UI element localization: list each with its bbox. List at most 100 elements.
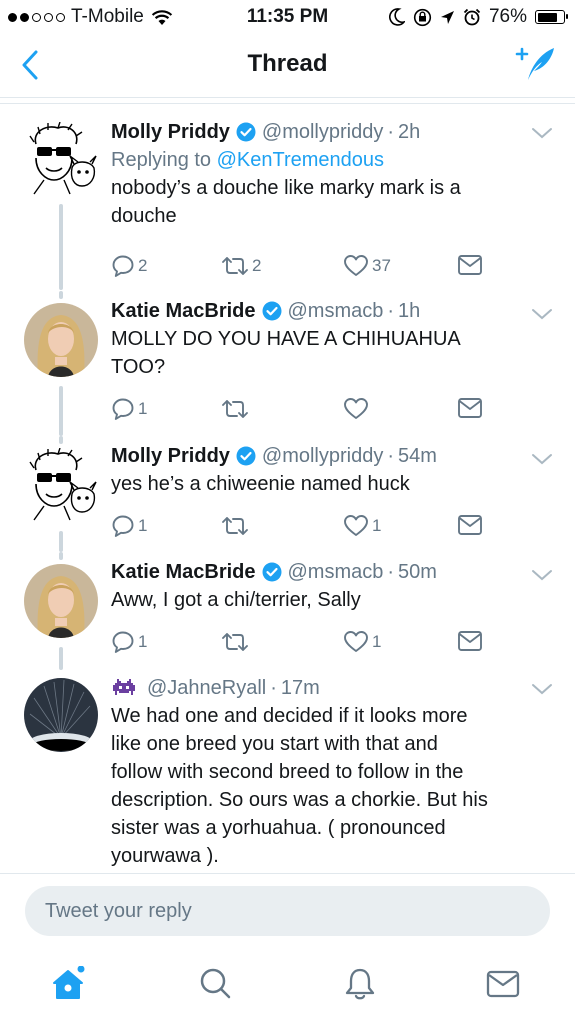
author-handle[interactable]: @msmacb	[288, 300, 384, 323]
author-handle[interactable]: @JahneRyall	[147, 677, 266, 700]
retweet-button[interactable]	[221, 630, 252, 654]
reply-count: 2	[138, 256, 148, 275]
message-button[interactable]	[457, 397, 483, 419]
retweet-icon	[222, 400, 248, 418]
thread-line	[59, 386, 63, 436]
heart-icon	[344, 631, 368, 652]
tweet[interactable]: @JahneRyall · 17m We had one and decided…	[0, 670, 575, 873]
like-count: 1	[372, 516, 382, 535]
heart-icon	[344, 398, 368, 419]
tweet-text-line: yourwawa ).	[111, 845, 219, 867]
avatar[interactable]	[24, 564, 98, 638]
tweet-body: Katie MacBride @msmacb · 50m Aww, I got …	[111, 558, 547, 614]
author-handle[interactable]: @msmacb	[288, 561, 384, 584]
message-button[interactable]	[457, 254, 483, 276]
verified-badge-icon	[236, 122, 256, 142]
tweet-header: Katie MacBride @msmacb · 1h	[111, 297, 547, 325]
author-handle[interactable]: @mollypriddy	[262, 121, 383, 144]
thread-line	[59, 204, 63, 290]
verified-badge-icon	[262, 301, 281, 321]
reply-button[interactable]: 1	[111, 630, 147, 654]
location-icon	[440, 10, 454, 24]
verified-badge-icon	[262, 562, 281, 582]
status-bar: T-Mobile 11:35 PM 76%	[0, 0, 575, 36]
tweet-text-line: follow with second breed to follow in th…	[111, 761, 464, 783]
author-name[interactable]: Katie MacBride	[111, 561, 256, 584]
reply-divider	[0, 873, 575, 874]
notifications-bell-icon[interactable]	[342, 966, 378, 1002]
envelope-icon	[458, 631, 482, 651]
verified-badge-icon	[236, 446, 256, 466]
like-button[interactable]: 37	[343, 254, 391, 278]
like-count: 37	[372, 256, 391, 275]
tab-bar	[0, 948, 575, 1024]
chevron-down-icon[interactable]	[531, 568, 553, 582]
alarm-icon	[463, 8, 481, 26]
chevron-down-icon[interactable]	[531, 452, 553, 466]
tweet-text: yes he’s a chiweenie named huck	[111, 470, 547, 498]
envelope-icon	[458, 515, 482, 535]
tweet[interactable]: Molly Priddy @mollypriddy · 54m yes he’s…	[0, 436, 575, 552]
tweet-body: Molly Priddy @mollypriddy · 54m yes he’s…	[111, 442, 547, 498]
tweet-text: Aww, I got a chi/terrier, Sally	[111, 586, 547, 614]
reply-input[interactable]	[45, 899, 550, 923]
tweet-text-line: description. So ours was a chorkie. But …	[111, 789, 488, 811]
retweet-button[interactable]	[221, 397, 252, 421]
reply-button[interactable]: 1	[111, 514, 147, 538]
retweet-icon	[222, 517, 248, 535]
reply-button[interactable]: 2	[111, 254, 147, 278]
author-name[interactable]: Molly Priddy	[111, 121, 230, 144]
like-button[interactable]: 1	[343, 514, 381, 538]
reply-to-handle-link[interactable]: @KenTremendous	[217, 149, 384, 171]
tweet-text: nobody’s a douche like marky mark is a d…	[111, 174, 547, 230]
chevron-down-icon[interactable]	[531, 126, 553, 140]
orientation-lock-icon	[413, 8, 432, 26]
home-icon[interactable]	[50, 966, 86, 1002]
tweet[interactable]: Molly Priddy @mollypriddy · 2h Replying …	[0, 104, 575, 291]
message-button[interactable]	[457, 514, 483, 536]
author-name[interactable]: Katie MacBride	[111, 300, 256, 323]
tweet-time: 50m	[398, 560, 437, 583]
thread-line	[59, 531, 63, 552]
avatar[interactable]	[24, 448, 98, 522]
compose-tweet-icon[interactable]	[515, 44, 557, 84]
retweet-button[interactable]	[221, 514, 252, 538]
reply-icon	[112, 255, 134, 277]
tweet[interactable]: Katie MacBride @msmacb · 1h MOLLY DO YOU…	[0, 291, 575, 436]
author-handle[interactable]: @mollypriddy	[262, 445, 383, 468]
chevron-down-icon[interactable]	[531, 682, 553, 696]
message-button[interactable]	[457, 630, 483, 652]
retweet-button[interactable]: 2	[221, 254, 261, 278]
like-button[interactable]: 1	[343, 630, 381, 654]
reply-button[interactable]: 1	[111, 397, 147, 421]
retweet-count: 2	[252, 256, 262, 275]
tweet-header: Katie MacBride @msmacb · 50m	[111, 558, 547, 586]
avatar[interactable]	[24, 303, 98, 377]
reply-composer[interactable]	[25, 886, 550, 936]
tweet-text-line: We had one and decided if it looks more	[111, 705, 468, 727]
tweet-body: @JahneRyall · 17m We had one and decided…	[111, 674, 547, 870]
tweet-text-line: MOLLY DO YOU HAVE A CHIHUAHUA	[111, 328, 461, 350]
thread-line	[59, 436, 63, 444]
reply-icon	[112, 631, 134, 653]
author-name[interactable]: Molly Priddy	[111, 445, 230, 468]
search-icon[interactable]	[197, 966, 233, 1002]
tweet-text-line: sister was a yorhuahua. ( pronounced	[111, 817, 446, 839]
reply-icon	[112, 398, 134, 420]
tweet-time: 54m	[398, 444, 437, 467]
tweet-actions: 1 1	[111, 630, 511, 656]
avatar[interactable]	[24, 122, 98, 196]
cartoon-avatar-icon	[29, 448, 97, 521]
replying-to: Replying to @KenTremendous	[111, 146, 547, 174]
messages-envelope-icon[interactable]	[485, 966, 521, 1002]
tweet-text-line: TOO?	[111, 356, 166, 378]
chevron-down-icon[interactable]	[531, 307, 553, 321]
reply-count: 1	[138, 632, 148, 651]
tweet-body: Katie MacBride @msmacb · 1h MOLLY DO YOU…	[111, 297, 547, 381]
like-button[interactable]	[343, 397, 372, 421]
tweet[interactable]: Katie MacBride @msmacb · 50m Aww, I got …	[0, 552, 575, 670]
page-title: Thread	[247, 50, 328, 77]
avatar[interactable]	[24, 678, 98, 752]
battery-percent: 76%	[488, 6, 527, 27]
tweet-header: Molly Priddy @mollypriddy · 54m	[111, 442, 547, 470]
